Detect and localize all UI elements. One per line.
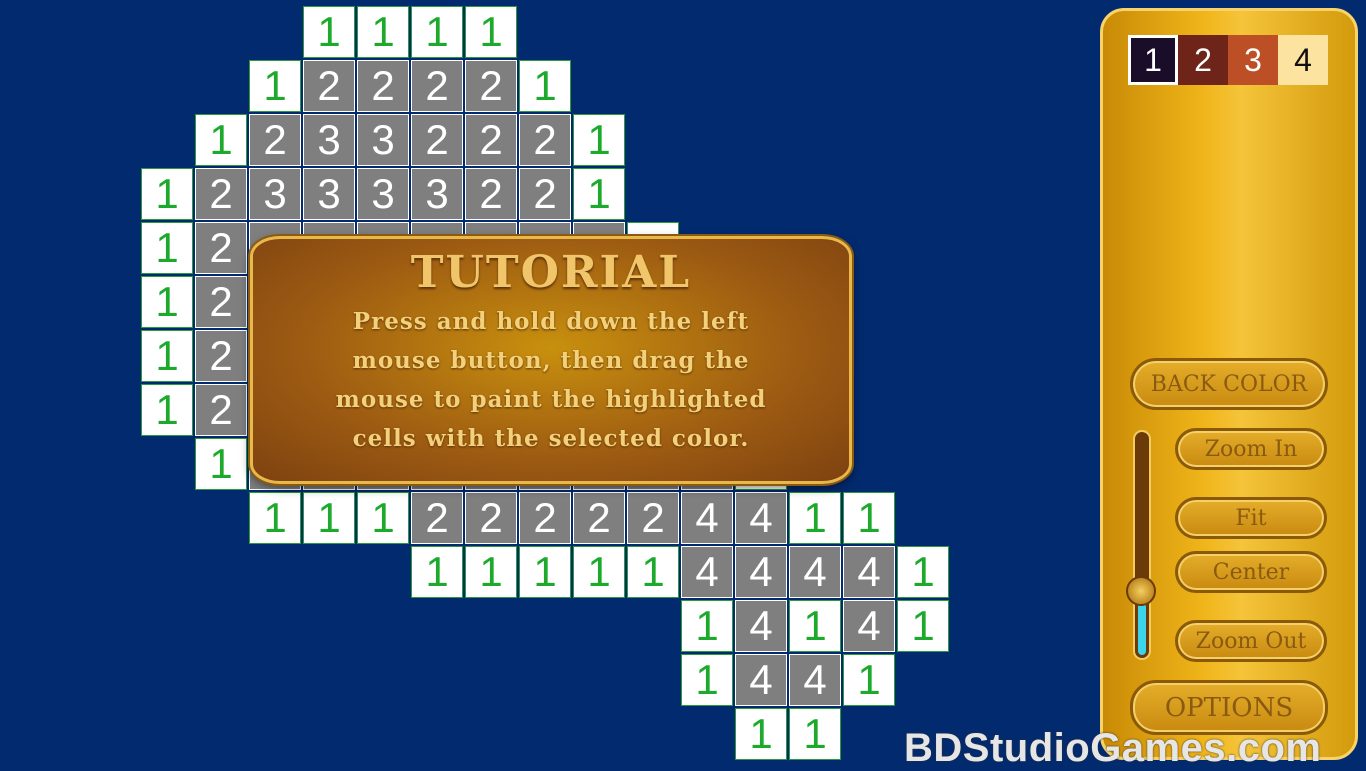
- grid-cell[interactable]: 1: [681, 654, 733, 706]
- grid-cell[interactable]: 2: [195, 276, 247, 328]
- back-color-button[interactable]: BACK COLOR: [1130, 358, 1328, 410]
- grid-cell[interactable]: 1: [249, 60, 301, 112]
- grid-cell[interactable]: 2: [573, 492, 625, 544]
- grid-cell[interactable]: 1: [735, 708, 787, 760]
- grid-cell[interactable]: 1: [141, 222, 193, 274]
- grid-cell[interactable]: 1: [357, 492, 409, 544]
- grid-cell[interactable]: 1: [789, 492, 841, 544]
- grid-cell[interactable]: 4: [681, 546, 733, 598]
- grid-cell[interactable]: 3: [411, 168, 463, 220]
- grid-cell[interactable]: 1: [411, 6, 463, 58]
- grid-cell[interactable]: 2: [465, 168, 517, 220]
- grid-cell[interactable]: 1: [141, 330, 193, 382]
- grid-cell[interactable]: 1: [573, 168, 625, 220]
- grid-cell[interactable]: 1: [519, 546, 571, 598]
- grid-cell[interactable]: 3: [249, 168, 301, 220]
- tutorial-line: cells with the selected color.: [352, 425, 750, 452]
- grid-cell[interactable]: 1: [897, 600, 949, 652]
- grid-cell[interactable]: 1: [789, 708, 841, 760]
- grid-cell[interactable]: 1: [303, 492, 355, 544]
- grid-cell[interactable]: 2: [465, 492, 517, 544]
- grid-cell[interactable]: 2: [519, 114, 571, 166]
- grid-cell[interactable]: 1: [573, 114, 625, 166]
- tutorial-line: mouse to paint the highlighted: [335, 386, 767, 413]
- grid-cell[interactable]: 1: [141, 276, 193, 328]
- grid-cell[interactable]: 2: [411, 114, 463, 166]
- grid-cell[interactable]: 2: [195, 222, 247, 274]
- grid-cell[interactable]: 1: [249, 492, 301, 544]
- grid-cell[interactable]: 2: [465, 114, 517, 166]
- grid-cell[interactable]: 2: [519, 168, 571, 220]
- grid-cell[interactable]: 3: [357, 168, 409, 220]
- grid-cell[interactable]: 1: [843, 492, 895, 544]
- grid-cell[interactable]: 2: [411, 60, 463, 112]
- grid-cell[interactable]: 1: [843, 654, 895, 706]
- grid-cell[interactable]: 4: [735, 492, 787, 544]
- grid-cell[interactable]: 4: [735, 546, 787, 598]
- grid-cell[interactable]: 1: [141, 168, 193, 220]
- grid-cell[interactable]: 1: [303, 6, 355, 58]
- grid-cell[interactable]: 4: [735, 600, 787, 652]
- grid-cell[interactable]: 1: [411, 546, 463, 598]
- grid-cell[interactable]: 3: [303, 114, 355, 166]
- grid-cell[interactable]: 2: [411, 492, 463, 544]
- tutorial-line: Press and hold down the left: [352, 308, 750, 335]
- grid-cell[interactable]: 4: [681, 492, 733, 544]
- palette-color-2[interactable]: 2: [1178, 35, 1228, 85]
- grid-cell[interactable]: 4: [789, 546, 841, 598]
- fit-button[interactable]: Fit: [1175, 497, 1327, 539]
- zoom-slider[interactable]: [1133, 430, 1151, 660]
- grid-cell[interactable]: 1: [357, 6, 409, 58]
- palette-color-1[interactable]: 1: [1128, 35, 1178, 85]
- grid-cell[interactable]: 1: [897, 546, 949, 598]
- grid-cell[interactable]: 1: [195, 114, 247, 166]
- grid-cell[interactable]: 4: [735, 654, 787, 706]
- grid-cell[interactable]: 2: [195, 384, 247, 436]
- tutorial-title: TUTORIAL: [410, 247, 692, 298]
- grid-cell[interactable]: 1: [141, 384, 193, 436]
- grid-cell[interactable]: 1: [681, 600, 733, 652]
- tutorial-line: mouse button, then drag the: [352, 347, 750, 374]
- grid-cell[interactable]: 4: [843, 600, 895, 652]
- palette-color-3[interactable]: 3: [1228, 35, 1278, 85]
- grid-cell[interactable]: 3: [303, 168, 355, 220]
- palette-color-4[interactable]: 4: [1278, 35, 1328, 85]
- grid-cell[interactable]: 2: [249, 114, 301, 166]
- zoom-in-button[interactable]: Zoom In: [1175, 428, 1327, 470]
- grid-cell[interactable]: 1: [519, 60, 571, 112]
- grid-cell[interactable]: 1: [465, 6, 517, 58]
- grid-cell[interactable]: 1: [573, 546, 625, 598]
- grid-cell[interactable]: 1: [465, 546, 517, 598]
- grid-cell[interactable]: 4: [843, 546, 895, 598]
- zoom-out-button[interactable]: Zoom Out: [1175, 620, 1327, 662]
- grid-cell[interactable]: 2: [195, 330, 247, 382]
- zoom-slider-knob[interactable]: [1126, 576, 1156, 606]
- center-button[interactable]: Center: [1175, 551, 1327, 593]
- grid-cell[interactable]: 1: [195, 438, 247, 490]
- grid-cell[interactable]: 3: [357, 114, 409, 166]
- grid-cell[interactable]: 1: [789, 600, 841, 652]
- grid-cell[interactable]: 2: [303, 60, 355, 112]
- grid-cell[interactable]: 2: [519, 492, 571, 544]
- grid-cell[interactable]: 2: [195, 168, 247, 220]
- grid-cell[interactable]: 2: [357, 60, 409, 112]
- watermark: BDStudioGames.com: [904, 726, 1322, 770]
- tutorial-panel: TUTORIAL Press and hold down the left mo…: [250, 236, 852, 484]
- grid-cell[interactable]: 4: [789, 654, 841, 706]
- grid-cell[interactable]: 2: [465, 60, 517, 112]
- grid-cell[interactable]: 1: [627, 546, 679, 598]
- grid-cell[interactable]: 2: [627, 492, 679, 544]
